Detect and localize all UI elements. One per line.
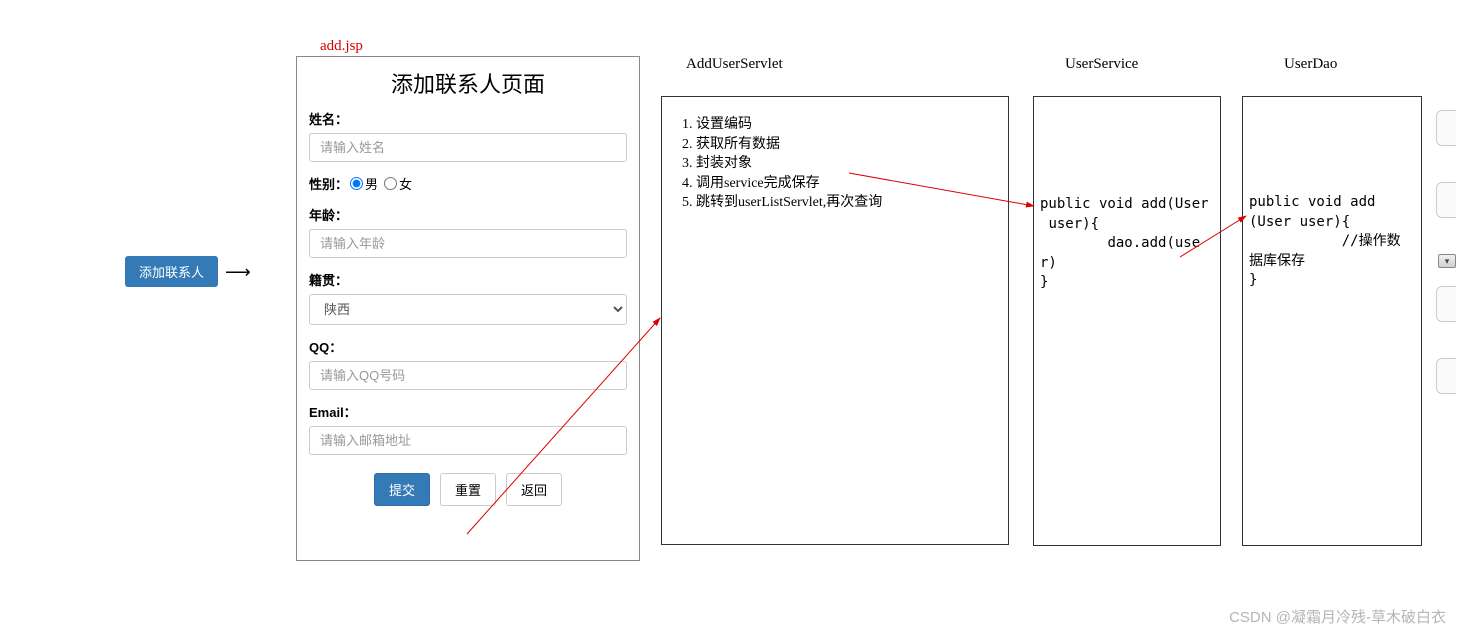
gender-male-label: 男 <box>365 174 378 193</box>
back-button[interactable]: 返回 <box>506 473 562 506</box>
qq-input[interactable] <box>309 361 627 390</box>
dao-header: UserDao <box>1284 56 1337 73</box>
jsp-filename-label: add.jsp <box>320 38 363 55</box>
service-box: public void add(User user){ dao.add(user… <box>1033 96 1221 546</box>
rail-tab[interactable] <box>1436 286 1456 322</box>
submit-button[interactable]: 提交 <box>374 473 430 506</box>
servlet-step-5: 跳转到userListServlet,再次查询 <box>696 193 1002 213</box>
rail-scroll-icon[interactable]: ▾ <box>1438 254 1456 268</box>
servlet-header: AddUserServlet <box>686 56 783 73</box>
reset-button[interactable]: 重置 <box>440 473 496 506</box>
rail-tab[interactable] <box>1436 182 1456 218</box>
servlet-step: 设置编码 <box>696 115 1002 135</box>
servlet-step: 封装对象 <box>696 154 1002 174</box>
name-input[interactable] <box>309 133 627 162</box>
qq-label: QQ： <box>309 337 627 356</box>
rail-tab[interactable] <box>1436 358 1456 394</box>
servlet-step: 获取所有数据 <box>696 135 1002 155</box>
add-contact-form-panel: 添加联系人页面 姓名： 性别： 男 女 年龄： 籍贯： 陕西 QQ： Email… <box>296 56 640 561</box>
name-label: 姓名： <box>309 109 627 128</box>
gender-male-radio[interactable] <box>350 177 363 190</box>
right-rail: ▾ <box>1436 110 1458 430</box>
servlet-box: 设置编码 获取所有数据 封装对象 调用service完成保存 跳转到userLi… <box>661 96 1009 545</box>
email-label: Email： <box>309 402 627 421</box>
add-contact-button[interactable]: 添加联系人 <box>125 256 218 287</box>
age-label: 年龄： <box>309 205 627 224</box>
gender-female-radio[interactable] <box>384 177 397 190</box>
servlet-step: 调用service完成保存 <box>696 174 1002 194</box>
form-title: 添加联系人页面 <box>309 67 627 99</box>
age-input[interactable] <box>309 229 627 258</box>
origin-select[interactable]: 陕西 <box>309 294 627 325</box>
dao-code: public void add (User user){ //操作数 据库保存 … <box>1249 193 1415 291</box>
rail-tab[interactable] <box>1436 110 1456 146</box>
service-code: public void add(User user){ dao.add(user… <box>1040 195 1214 293</box>
gender-label: 性别： <box>309 174 348 193</box>
watermark: CSDN @凝霜月冷残-草木破白衣 <box>1229 606 1446 627</box>
gender-female-label: 女 <box>399 174 412 193</box>
servlet-steps: 设置编码 获取所有数据 封装对象 调用service完成保存 跳转到userLi… <box>668 115 1002 213</box>
email-input[interactable] <box>309 426 627 455</box>
arrow-right-icon: ⟶ <box>225 262 250 283</box>
origin-label: 籍贯： <box>309 270 627 289</box>
dao-box: public void add (User user){ //操作数 据库保存 … <box>1242 96 1422 546</box>
service-header: UserService <box>1065 56 1138 73</box>
